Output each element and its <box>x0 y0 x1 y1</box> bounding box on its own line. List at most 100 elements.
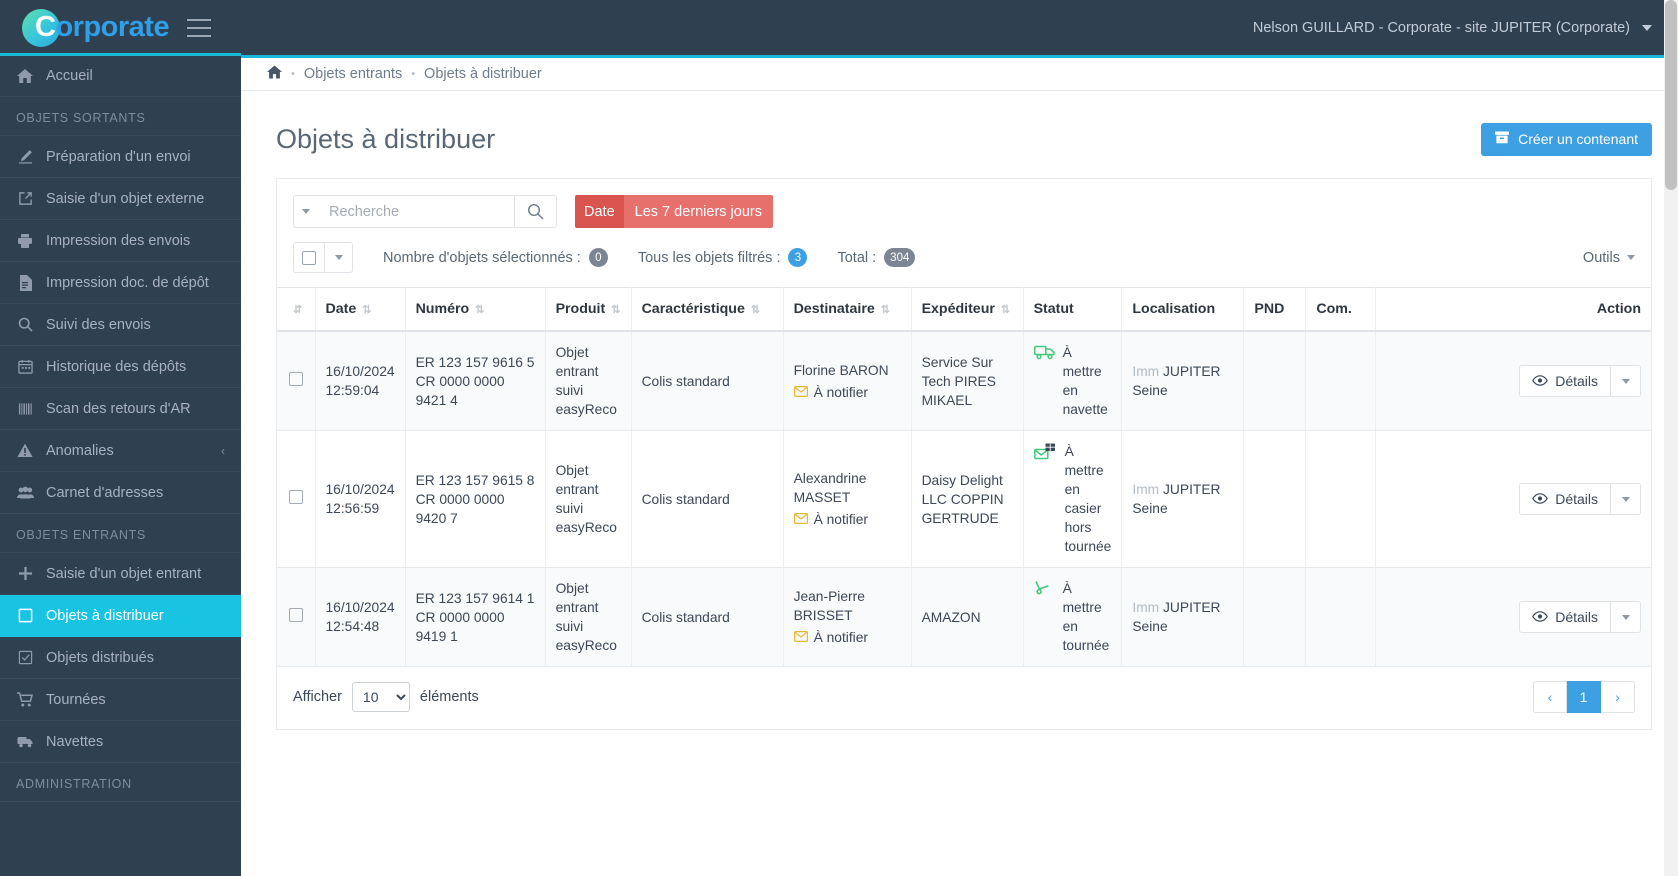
sidebar-item-saisie-objet-entrant[interactable]: Saisie d'un objet entrant <box>0 553 241 595</box>
sidebar-item-carnet-adresses[interactable]: Carnet d'adresses <box>0 472 241 514</box>
details-dropdown-button[interactable] <box>1611 365 1641 398</box>
pagination-next-button[interactable]: › <box>1601 681 1635 714</box>
pagination-page-1[interactable]: 1 <box>1567 681 1601 714</box>
chevron-down-icon <box>1642 24 1652 31</box>
page-scrollbar[interactable] <box>1664 0 1678 876</box>
destinataire-name: Alexandrine MASSET <box>793 471 867 506</box>
column-header-caracteristique[interactable]: Caractéristique ⇅ <box>631 287 784 332</box>
column-header-date[interactable]: Date ⇅ <box>315 287 406 332</box>
select-all-dropdown-button[interactable] <box>325 242 353 273</box>
search-input[interactable] <box>318 195 514 228</box>
cell-caracteristique: Colis standard <box>631 430 784 569</box>
route-icon <box>1034 580 1056 602</box>
objects-table: ⇵ Date ⇅ Numéro ⇅ Produit ⇅ Caractéristique… <box>277 287 1651 668</box>
cell-expediteur: Service Sur Tech PIRES MIKAEL <box>911 331 1024 432</box>
sidebar-item-suivi-envois[interactable]: Suivi des envois <box>0 304 241 346</box>
details-button[interactable]: Détails <box>1519 365 1611 398</box>
sidebar-item-objets-a-distribuer[interactable]: Objets à distribuer <box>0 595 241 637</box>
document-icon <box>16 274 34 291</box>
brand-first-letter: C <box>35 11 56 43</box>
search-icon <box>16 317 34 332</box>
create-container-label: Créer un contenant <box>1518 131 1638 147</box>
sidebar-item-preparation-envoi[interactable]: Préparation d'un envoi <box>0 136 241 178</box>
select-all-checkbox[interactable] <box>293 242 325 273</box>
sidebar-item-label: Carnet d'adresses <box>46 484 164 501</box>
sidebar-item-accueil[interactable]: Accueil <box>0 55 241 97</box>
sidebar-item-saisie-objet-externe[interactable]: Saisie d'un objet externe <box>0 178 241 220</box>
user-menu[interactable]: Nelson GUILLARD - Corporate - site JUPIT… <box>1253 20 1652 36</box>
per-page-select[interactable]: 102550100 <box>351 682 410 713</box>
column-header-pnd: PND <box>1243 287 1307 332</box>
row-checkbox[interactable] <box>277 331 316 432</box>
pagination-prev-button[interactable]: ‹ <box>1533 681 1567 714</box>
column-label: Numéro <box>415 301 470 317</box>
cell-com <box>1305 430 1377 569</box>
printer-icon <box>16 233 34 249</box>
statut-label: À mettre en casier hors tournée <box>1064 444 1112 555</box>
table-row[interactable]: 16/10/2024 12:54:48 ER 123 157 9614 1 CR… <box>277 567 1651 668</box>
column-header-expediteur[interactable]: Expéditeur ⇅ <box>911 287 1024 332</box>
column-header-com: Com. <box>1305 287 1377 332</box>
tools-label: Outils <box>1582 249 1620 266</box>
cell-numero-1: ER 123 157 9615 8 <box>415 472 535 488</box>
page-scrollbar-thumb[interactable] <box>1665 0 1677 190</box>
hamburger-icon[interactable] <box>187 18 212 37</box>
details-dropdown-button[interactable] <box>1611 483 1641 516</box>
cell-numero-2: CR 0000 0000 9420 7 <box>415 491 505 526</box>
row-checkbox[interactable] <box>277 430 316 569</box>
column-header-produit[interactable]: Produit ⇅ <box>545 287 632 332</box>
cell-numero-2: CR 0000 0000 9421 4 <box>415 373 505 408</box>
cell-localisation: Imm JUPITER Seine <box>1121 567 1245 668</box>
column-header-statut: Statut <box>1023 287 1123 332</box>
column-header-numero[interactable]: Numéro ⇅ <box>405 287 546 332</box>
create-container-button[interactable]: Créer un contenant <box>1481 122 1652 156</box>
table-row[interactable]: 16/10/2024 12:59:04 ER 123 157 9616 5 CR… <box>277 331 1651 432</box>
top-bar: Corporate Nelson GUILLARD - Corporate - … <box>0 0 1678 55</box>
sidebar-item-anomalies[interactable]: Anomalies ‹ <box>0 430 241 472</box>
filters-row: Date Les 7 derniers jours <box>277 179 1651 242</box>
sidebar-item-historique-depots[interactable]: Historique des dépôts <box>0 346 241 388</box>
row-checkbox[interactable] <box>277 567 316 668</box>
cell-destinataire: Jean-Pierre BRISSET À notifier <box>783 567 912 668</box>
destinataire-name: Jean-Pierre BRISSET <box>793 589 865 624</box>
statut-label: À mettre en navette <box>1062 345 1108 418</box>
brand-logo[interactable]: Corporate <box>0 0 258 55</box>
sidebar-item-objets-distribues[interactable]: Objets distribués <box>0 637 241 679</box>
table-row[interactable]: 16/10/2024 12:56:59 ER 123 157 9615 8 CR… <box>277 430 1651 569</box>
details-button[interactable]: Détails <box>1519 483 1611 516</box>
cell-caracteristique: Colis standard <box>631 567 784 668</box>
brand-rest: orporate <box>55 11 170 43</box>
cell-destinataire: Florine BARON À notifier <box>783 331 912 432</box>
breadcrumb-item-objets-a-distribuer[interactable]: Objets à distribuer <box>424 66 542 82</box>
sidebar-item-navettes[interactable]: Navettes <box>0 721 241 763</box>
details-button[interactable]: Détails <box>1519 601 1611 634</box>
filter-tag-date[interactable]: Date Les 7 derniers jours <box>575 195 773 228</box>
sidebar-item-label: Saisie d'un objet externe <box>46 190 205 207</box>
counter-total-label: Total : <box>837 249 877 266</box>
details-dropdown-button[interactable] <box>1611 601 1641 634</box>
home-icon[interactable] <box>267 65 282 83</box>
sidebar-section-objets-sortants: OBJETS SORTANTS <box>0 97 241 136</box>
cell-statut: À mettre en navette <box>1023 331 1123 432</box>
cell-numero: ER 123 157 9614 1 CR 0000 0000 9419 1 <box>405 567 546 668</box>
sidebar-item-impression-envois[interactable]: Impression des envois <box>0 220 241 262</box>
sidebar-item-tournees[interactable]: Tournées <box>0 679 241 721</box>
tools-dropdown[interactable]: Outils <box>1583 250 1635 266</box>
cell-date-time: 12:59:04 <box>325 383 380 399</box>
column-header-select[interactable]: ⇵ <box>277 287 316 332</box>
search-scope-dropdown-button[interactable] <box>293 195 318 228</box>
breadcrumb-item-objets-entrants[interactable]: Objets entrants <box>304 66 402 82</box>
sidebar-item-label: Scan des retours d'AR <box>46 400 191 417</box>
column-header-destinataire[interactable]: Destinataire ⇅ <box>783 287 912 332</box>
cell-com <box>1305 567 1377 668</box>
sidebar-item-label: Impression des envois <box>46 232 191 249</box>
sidebar-item-scan-retours-ar[interactable]: Scan des retours d'AR <box>0 388 241 430</box>
home-icon <box>16 68 34 84</box>
localisation-prefix: Imm <box>1132 364 1160 380</box>
sidebar-item-label: Objets à distribuer <box>46 607 164 624</box>
box-icon <box>1495 131 1510 147</box>
envelope-icon <box>793 628 808 647</box>
sidebar-item-impression-doc-depot[interactable]: Impression doc. de dépôt <box>0 262 241 304</box>
page-header: Objets à distribuer Créer un contenant <box>241 91 1678 165</box>
search-submit-button[interactable] <box>514 195 557 228</box>
